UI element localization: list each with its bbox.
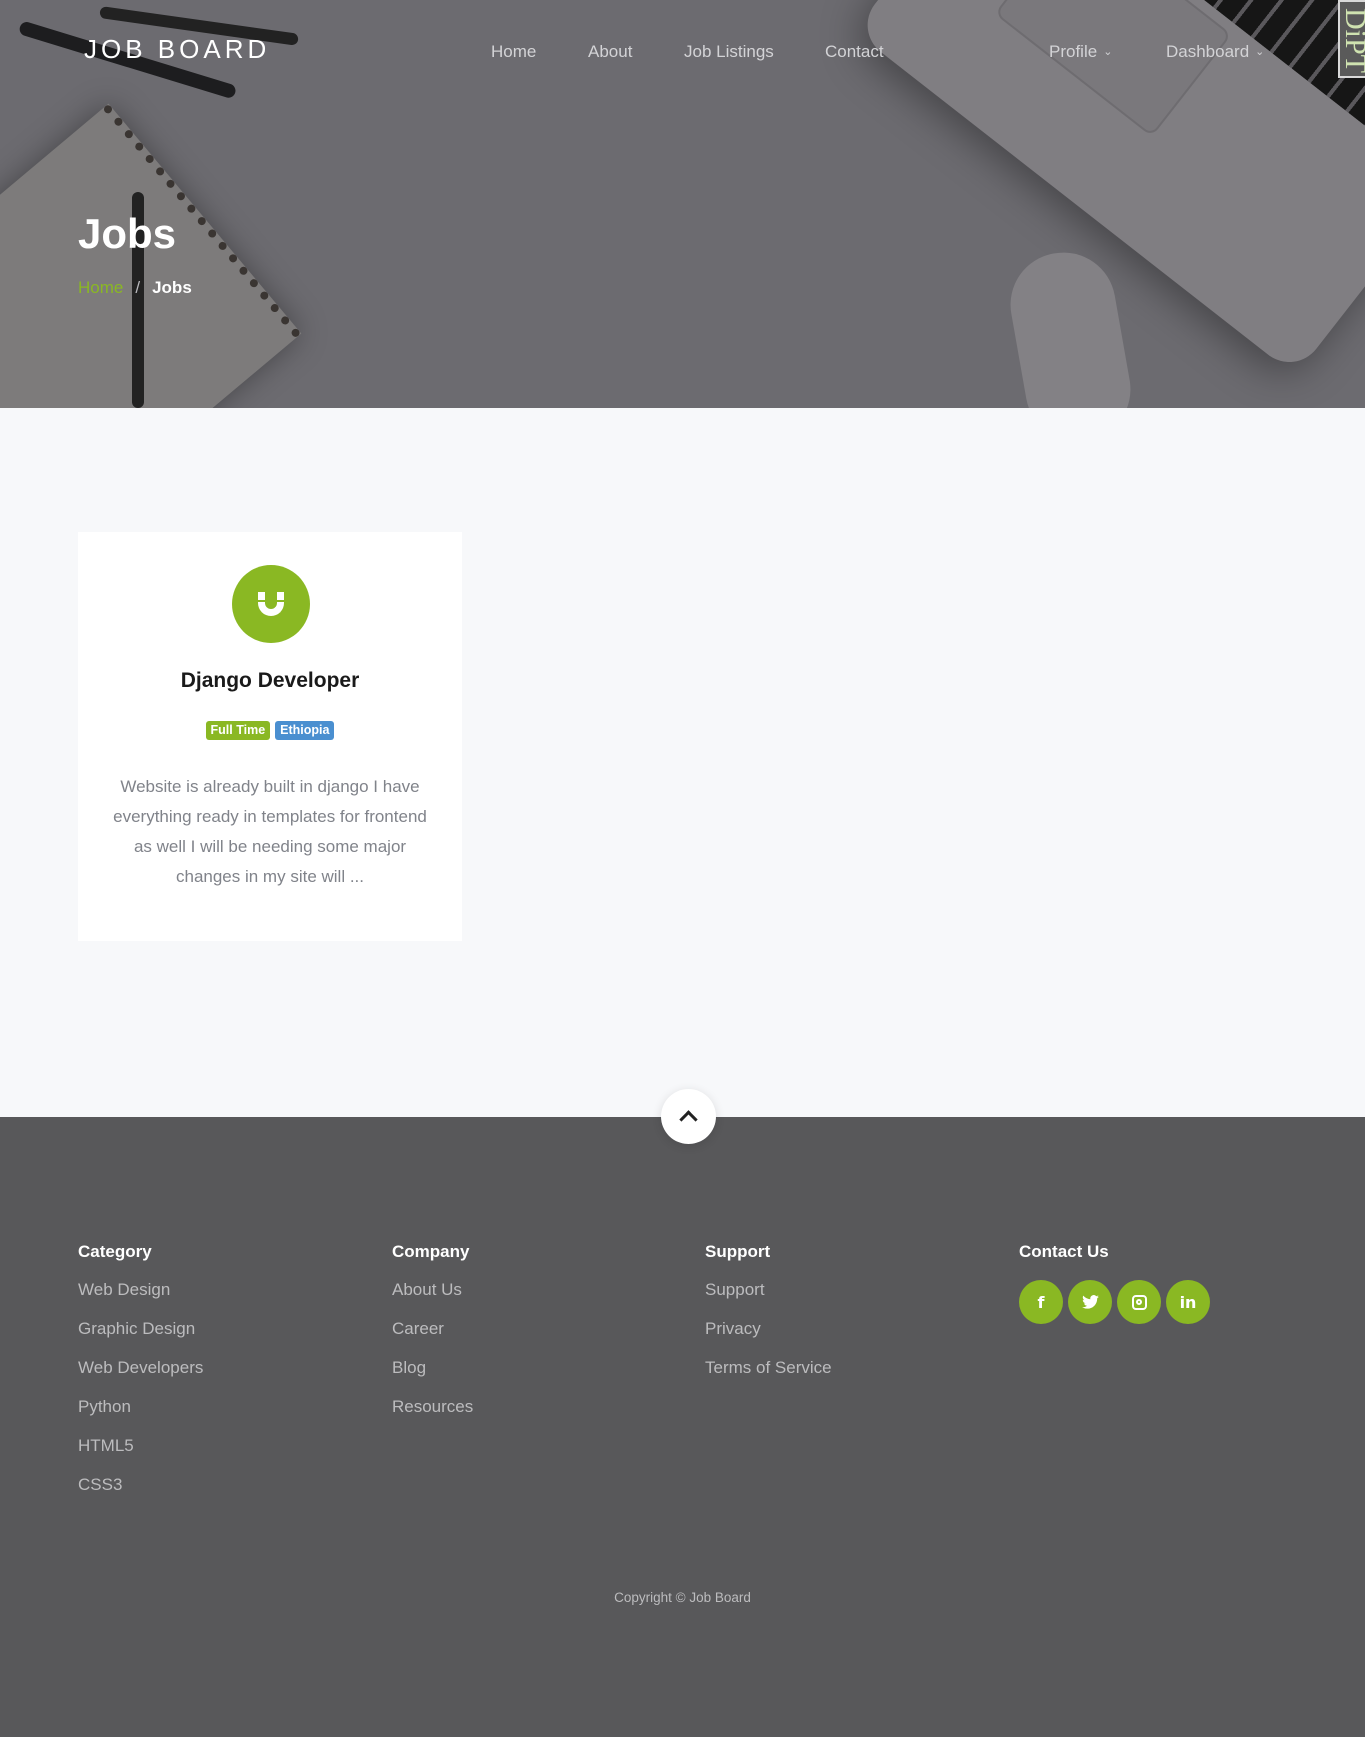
footer-column-title: Contact Us xyxy=(1019,1242,1109,1261)
twitter-bird-glyph xyxy=(1081,1295,1099,1309)
nav-profile-dropdown[interactable]: Profile ⌄ xyxy=(1049,42,1112,62)
footer-link[interactable]: Web Design xyxy=(78,1280,203,1319)
copyright-text: Copyright © Job Board xyxy=(614,1590,751,1605)
footer-column-contact: Contact Us f in xyxy=(1019,1242,1210,1324)
nav-about[interactable]: About xyxy=(588,42,632,62)
magnet-icon xyxy=(232,565,310,643)
breadcrumb-separator: / xyxy=(135,278,141,297)
magnet-pole xyxy=(258,592,265,600)
footer-column-company: Company About Us Career Blog Resources xyxy=(392,1242,473,1436)
nav-dashboard-label: Dashboard xyxy=(1166,42,1250,61)
footer-link[interactable]: Terms of Service xyxy=(705,1358,832,1397)
footer-link-list: Support Privacy Terms of Service xyxy=(705,1280,832,1397)
chevron-down-icon: ⌄ xyxy=(1103,46,1113,58)
job-badges: Full Time Ethiopia xyxy=(78,721,462,740)
nav-dashboard-dropdown[interactable]: Dashboard ⌄ xyxy=(1166,42,1264,62)
footer-link[interactable]: CSS3 xyxy=(78,1475,203,1514)
instagram-icon[interactable] xyxy=(1117,1280,1161,1324)
footer-link[interactable]: HTML5 xyxy=(78,1436,203,1475)
footer-link[interactable]: Privacy xyxy=(705,1319,832,1358)
footer-link[interactable]: Blog xyxy=(392,1358,473,1397)
back-to-top-button[interactable] xyxy=(661,1089,716,1144)
footer-link[interactable]: Career xyxy=(392,1319,473,1358)
linkedin-icon[interactable]: in xyxy=(1166,1280,1210,1324)
job-title[interactable]: Django Developer xyxy=(78,669,462,693)
page-title: Jobs xyxy=(78,210,177,257)
footer-column-support: Support Support Privacy Terms of Service xyxy=(705,1242,832,1397)
breadcrumb: Home / Jobs xyxy=(78,278,192,298)
watermark-logo: DiPT xyxy=(1338,0,1365,78)
footer-column-title: Support xyxy=(705,1242,771,1261)
chevron-down-icon: ⌄ xyxy=(1255,46,1265,58)
facebook-icon[interactable]: f xyxy=(1019,1280,1063,1324)
site-logo[interactable]: JOB BOARD xyxy=(84,34,270,65)
trackpad-image xyxy=(994,0,1232,137)
nav-profile-label: Profile xyxy=(1049,42,1098,61)
breadcrumb-current: Jobs xyxy=(152,278,192,297)
instagram-glyph xyxy=(1131,1294,1147,1310)
nav-job-listings[interactable]: Job Listings xyxy=(684,42,774,62)
footer-column-category: Category Web Design Graphic Design Web D… xyxy=(78,1242,203,1514)
footer-link-list: Web Design Graphic Design Web Developers… xyxy=(78,1280,203,1514)
footer-column-title: Category xyxy=(78,1242,152,1261)
nav-home[interactable]: Home xyxy=(491,42,536,62)
footer-link-list: About Us Career Blog Resources xyxy=(392,1280,473,1436)
magnet-glyph xyxy=(258,592,284,616)
nav-contact[interactable]: Contact xyxy=(825,42,884,62)
footer-link[interactable]: Resources xyxy=(392,1397,473,1436)
magnet-pole xyxy=(277,592,284,600)
chevron-up-icon xyxy=(679,1110,698,1129)
footer-link[interactable]: Python xyxy=(78,1397,203,1436)
footer-link[interactable]: Web Developers xyxy=(78,1358,203,1397)
job-card[interactable]: Django Developer Full Time Ethiopia Webs… xyxy=(78,532,462,941)
footer-link[interactable]: Support xyxy=(705,1280,832,1319)
footer-link[interactable]: About Us xyxy=(392,1280,473,1319)
footer-column-title: Company xyxy=(392,1242,470,1261)
site-footer: Category Web Design Graphic Design Web D… xyxy=(0,1117,1365,1737)
hero-banner: DiPT JOB BOARD Home About Job Listings C… xyxy=(0,0,1365,408)
job-description: Website is already built in django I hav… xyxy=(113,777,427,886)
breadcrumb-home-link[interactable]: Home xyxy=(78,278,123,297)
footer-link[interactable]: Graphic Design xyxy=(78,1319,203,1358)
job-location-badge: Ethiopia xyxy=(275,721,335,740)
social-links: f in xyxy=(1019,1280,1210,1324)
mouse-image xyxy=(1002,244,1139,408)
job-type-badge: Full Time xyxy=(205,721,271,740)
magnet-body xyxy=(258,602,284,616)
twitter-icon[interactable] xyxy=(1068,1280,1112,1324)
